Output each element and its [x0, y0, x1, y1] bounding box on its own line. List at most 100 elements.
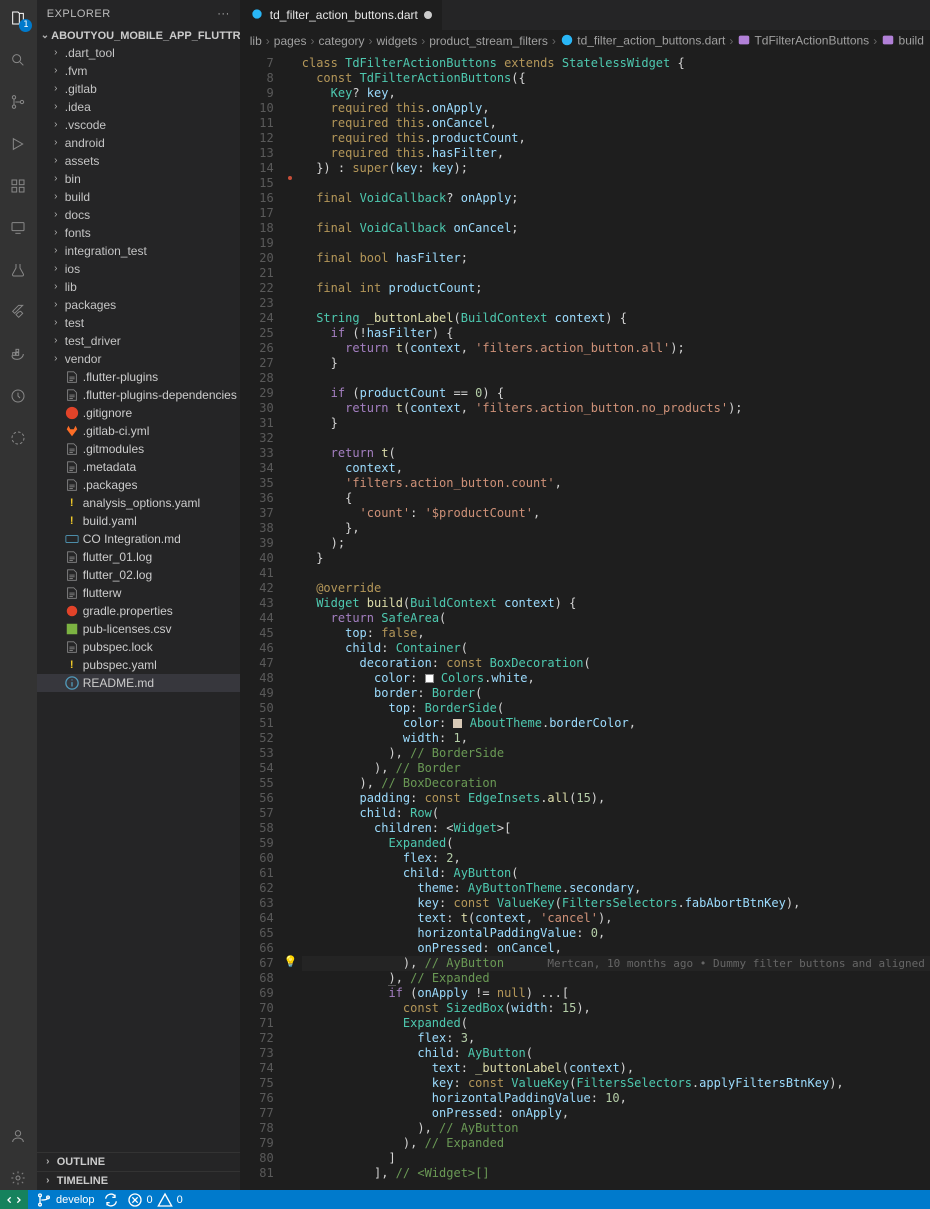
item-label: analysis_options.yaml: [83, 496, 200, 510]
chevron-right-icon: ›: [51, 66, 61, 76]
timeline-section[interactable]: ›TIMELINE: [37, 1171, 240, 1190]
file-type-icon: [65, 460, 79, 474]
search-icon[interactable]: [6, 48, 30, 72]
folder-item[interactable]: ›.vscode: [37, 116, 240, 134]
run-debug-icon[interactable]: [6, 132, 30, 156]
file-type-icon: [65, 478, 79, 492]
file-item[interactable]: .gitignore: [37, 404, 240, 422]
folder-item[interactable]: ›.idea: [37, 98, 240, 116]
file-item[interactable]: .flutter-plugins-dependencies: [37, 386, 240, 404]
file-item[interactable]: .flutter-plugins: [37, 368, 240, 386]
breadcrumb-segment[interactable]: product_stream_filters: [429, 34, 548, 48]
chevron-right-icon: ›: [51, 228, 61, 238]
folder-item[interactable]: ›build: [37, 188, 240, 206]
testing-icon[interactable]: [6, 258, 30, 282]
chevron-right-icon: ›: [51, 138, 61, 148]
breadcrumb-segment[interactable]: pages: [274, 34, 307, 48]
sync-button[interactable]: [103, 1192, 119, 1208]
folder-item[interactable]: ›lib: [37, 278, 240, 296]
breakpoint-icon[interactable]: [288, 176, 292, 180]
item-label: flutter_02.log: [83, 568, 152, 582]
breadcrumb-segment[interactable]: td_filter_action_buttons.dart: [560, 33, 725, 50]
breadcrumbs[interactable]: lib›pages›category›widgets›product_strea…: [240, 30, 930, 52]
folder-item[interactable]: ›vendor: [37, 350, 240, 368]
file-item[interactable]: .gitlab-ci.yml: [37, 422, 240, 440]
chevron-right-icon: ›: [51, 336, 61, 346]
folder-item[interactable]: ›.dart_tool: [37, 44, 240, 62]
file-item[interactable]: README.md: [37, 674, 240, 692]
folder-item[interactable]: ›.fvm: [37, 62, 240, 80]
item-label: test_driver: [65, 334, 121, 348]
branch-indicator[interactable]: develop: [36, 1192, 95, 1208]
thunder-client-icon[interactable]: [6, 384, 30, 408]
folder-item[interactable]: ›packages: [37, 296, 240, 314]
file-item[interactable]: pubspec.lock: [37, 638, 240, 656]
item-label: flutter_01.log: [83, 550, 152, 564]
item-label: build.yaml: [83, 514, 137, 528]
breadcrumb-segment[interactable]: build: [881, 33, 924, 50]
breadcrumb-segment[interactable]: TdFilterActionButtons: [737, 33, 869, 50]
file-item[interactable]: flutter_02.log: [37, 566, 240, 584]
chevron-right-icon: ›: [51, 84, 61, 94]
settings-icon[interactable]: [6, 1166, 30, 1190]
outline-section[interactable]: ›OUTLINE: [37, 1152, 240, 1171]
item-label: android: [65, 136, 105, 150]
docker-icon[interactable]: [6, 342, 30, 366]
accounts-icon[interactable]: [6, 1124, 30, 1148]
explorer-badge: 1: [19, 19, 32, 32]
file-item[interactable]: !build.yaml: [37, 512, 240, 530]
item-label: test: [65, 316, 84, 330]
activity-bar: 1: [0, 0, 37, 1190]
item-label: .gitlab: [65, 82, 97, 96]
breadcrumb-segment[interactable]: category: [318, 34, 364, 48]
file-tab[interactable]: td_filter_action_buttons.dart: [240, 0, 443, 30]
remote-button[interactable]: [0, 1190, 28, 1209]
file-item[interactable]: .metadata: [37, 458, 240, 476]
file-type-icon: [65, 604, 79, 618]
breadcrumb-segment[interactable]: widgets: [377, 34, 418, 48]
item-label: bin: [65, 172, 81, 186]
file-item[interactable]: pub-licenses.csv: [37, 620, 240, 638]
file-type-icon: [65, 406, 79, 420]
file-item[interactable]: .packages: [37, 476, 240, 494]
folder-item[interactable]: ›ios: [37, 260, 240, 278]
lightbulb-icon[interactable]: 💡: [284, 955, 298, 968]
problems-indicator[interactable]: 0 0: [127, 1192, 183, 1208]
folder-item[interactable]: › test_driver: [37, 332, 240, 350]
file-item[interactable]: !analysis_options.yaml: [37, 494, 240, 512]
file-item[interactable]: !pubspec.yaml: [37, 656, 240, 674]
item-label: packages: [65, 298, 116, 312]
folder-item[interactable]: ›fonts: [37, 224, 240, 242]
item-label: CO Integration.md: [83, 532, 181, 546]
live-share-icon[interactable]: [6, 426, 30, 450]
file-item[interactable]: .gitmodules: [37, 440, 240, 458]
file-type-icon: [65, 568, 79, 582]
breadcrumb-segment[interactable]: lib: [250, 34, 262, 48]
code-content[interactable]: class TdFilterActionButtons extends Stat…: [296, 52, 930, 1190]
item-label: assets: [65, 154, 100, 168]
file-type-icon: [65, 622, 79, 636]
folder-item[interactable]: › .gitlab: [37, 80, 240, 98]
folder-item[interactable]: › android: [37, 134, 240, 152]
source-control-icon[interactable]: [6, 90, 30, 114]
extensions-icon[interactable]: [6, 174, 30, 198]
item-label: .dart_tool: [65, 46, 115, 60]
remote-explorer-icon[interactable]: [6, 216, 30, 240]
file-type-icon: [65, 370, 79, 384]
file-item[interactable]: flutter_01.log: [37, 548, 240, 566]
file-item[interactable]: gradle.properties: [37, 602, 240, 620]
code-editor[interactable]: 7891011121314151617181920212223242526272…: [240, 52, 930, 1190]
folder-item[interactable]: ›bin: [37, 170, 240, 188]
explorer-icon[interactable]: 1: [6, 6, 30, 30]
item-label: .gitlab-ci.yml: [83, 424, 150, 438]
project-header[interactable]: ⌄ABOUTYOU_MOBILE_APP_FLUTTR: [37, 28, 240, 44]
folder-item[interactable]: ›integration_test: [37, 242, 240, 260]
file-item[interactable]: flutterw: [37, 584, 240, 602]
folder-item[interactable]: ›docs: [37, 206, 240, 224]
tab-bar: td_filter_action_buttons.dart: [240, 0, 930, 30]
folder-item[interactable]: ›assets: [37, 152, 240, 170]
more-icon[interactable]: ···: [217, 8, 230, 20]
file-item[interactable]: CO Integration.md: [37, 530, 240, 548]
folder-item[interactable]: ›test: [37, 314, 240, 332]
flutter-icon[interactable]: [6, 300, 30, 324]
